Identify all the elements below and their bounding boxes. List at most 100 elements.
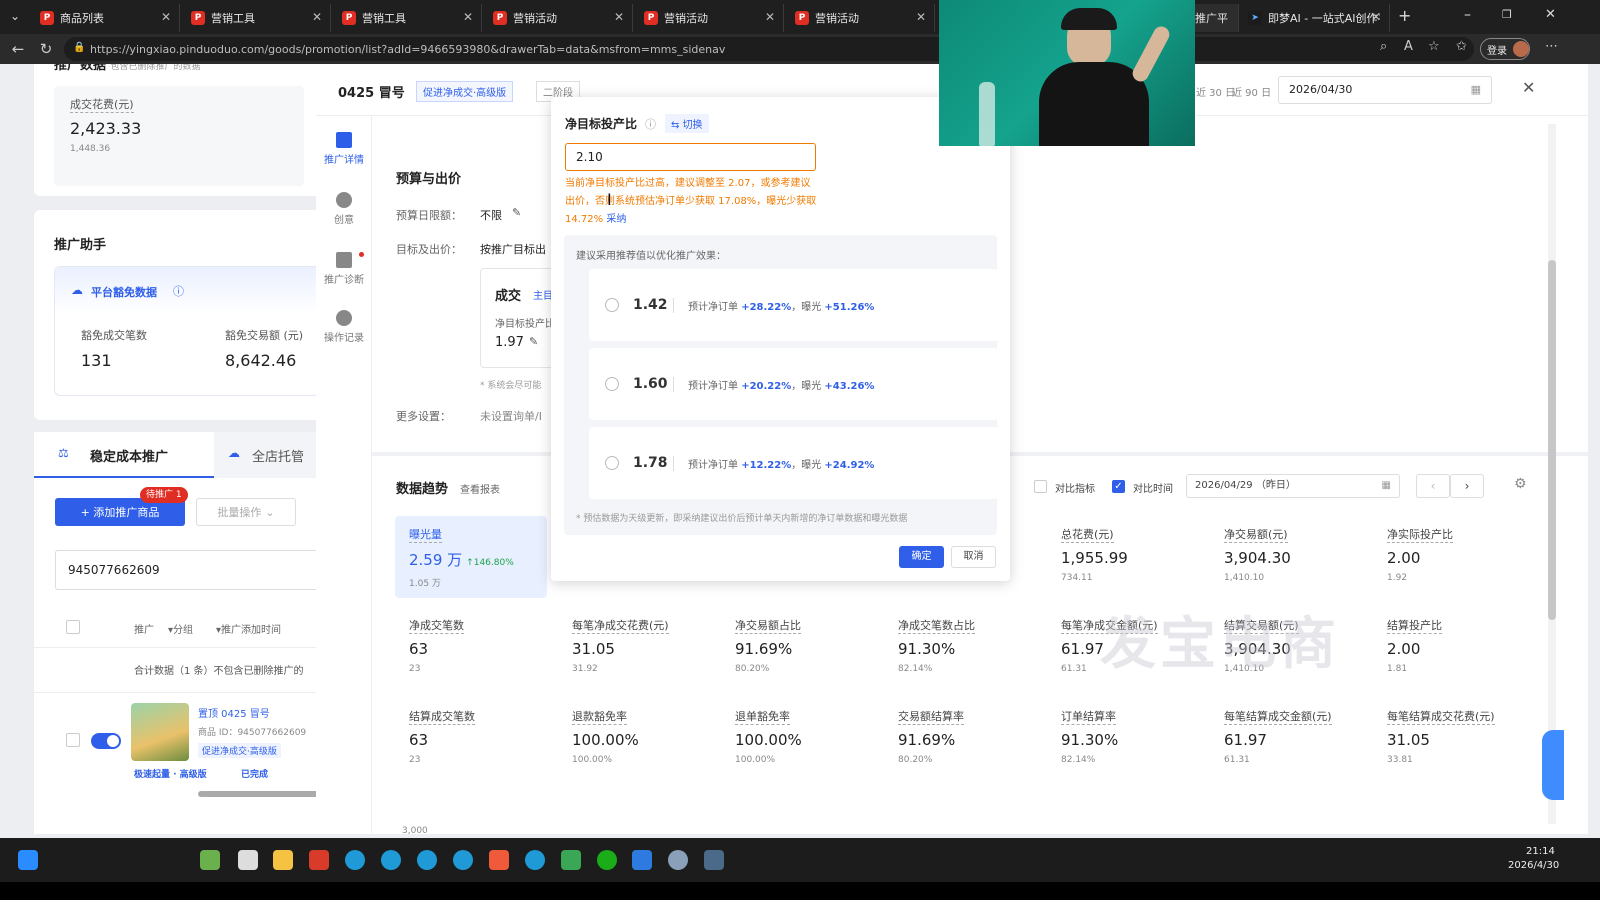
- browser-tab[interactable]: ➤ 即梦AI - 一站式AI创作平 ✕: [1240, 4, 1390, 32]
- range-90-button[interactable]: 近 90 日: [1232, 84, 1271, 99]
- wps-icon[interactable]: [309, 850, 329, 870]
- range-30-button[interactable]: 近 30 日: [1196, 84, 1235, 99]
- new-tab-icon[interactable]: +: [1398, 6, 1411, 25]
- metric-card[interactable]: 净交易额(元) 3,904.30 1,410.10: [1210, 516, 1362, 598]
- browser-tab[interactable]: P 营销活动 ✕: [636, 4, 784, 32]
- metric-card[interactable]: 总花费(元) 1,955.99 734.11: [1047, 516, 1199, 598]
- promo-toggle[interactable]: [91, 733, 121, 749]
- option-radio[interactable]: [605, 456, 619, 470]
- prev-button[interactable]: ‹: [1416, 474, 1450, 498]
- favorite-star-icon[interactable]: ☆: [1428, 39, 1440, 54]
- folder-icon[interactable]: [273, 850, 293, 870]
- metric-card[interactable]: 每笔结算成交金额(元) 61.97 61.31: [1210, 698, 1362, 780]
- metric-card[interactable]: 曝光量 2.59 万 ↑146.80% 1.05 万: [395, 516, 547, 598]
- metric-card[interactable]: 净成交笔数 63 23: [395, 607, 547, 689]
- edge-icon[interactable]: [417, 850, 437, 870]
- close-tab-icon[interactable]: ✕: [312, 10, 322, 24]
- close-tab-icon[interactable]: ✕: [916, 10, 926, 24]
- metric-card[interactable]: 退单豁免率 100.00% 100.00%: [721, 698, 873, 780]
- horizontal-scrollbar[interactable]: [198, 791, 324, 797]
- customer-service-button[interactable]: [1542, 730, 1564, 800]
- browser-tab[interactable]: P 营销工具 ✕: [183, 4, 331, 32]
- back-arrow-icon[interactable]: ←: [4, 40, 32, 58]
- wechat-icon[interactable]: [597, 850, 617, 870]
- adopt-link[interactable]: 采纳: [606, 214, 626, 225]
- tab-creative[interactable]: 创意: [316, 192, 372, 226]
- metric-card[interactable]: 净成交笔数占比 91.30% 82.14%: [884, 607, 1036, 689]
- close-tab-icon[interactable]: ✕: [765, 10, 775, 24]
- browser-tab[interactable]: P 营销活动 ✕: [787, 4, 935, 32]
- compare-date-picker[interactable]: 2026/04/29 （昨日） ▦: [1186, 474, 1400, 498]
- metric-card[interactable]: 订单结算率 91.30% 82.14%: [1047, 698, 1199, 780]
- page-scrollbar[interactable]: [1548, 124, 1556, 824]
- batch-button[interactable]: 批量操作 ⌄: [196, 498, 296, 526]
- close-tab-icon[interactable]: ✕: [1371, 10, 1381, 24]
- edit-budget-icon[interactable]: ✎: [512, 206, 521, 219]
- roi-input[interactable]: 2.10: [565, 143, 816, 171]
- favorites-bar-icon[interactable]: ✩: [1456, 39, 1467, 54]
- suggestion-option[interactable]: 1.60 预计净订单 +20.22%，曝光 +43.26%: [589, 348, 998, 420]
- help-icon[interactable]: ⓘ: [645, 116, 656, 132]
- tab-stable-cost[interactable]: ⚖ 稳定成本推广: [34, 432, 214, 478]
- reload-icon[interactable]: ↻: [32, 40, 60, 58]
- switch-button[interactable]: ⇆ 切换: [665, 114, 709, 133]
- tab-diagnosis[interactable]: 推广诊断: [316, 252, 372, 286]
- metric-card[interactable]: 每笔结算成交花费(元) 31.05 33.81: [1373, 698, 1525, 780]
- read-aloud-icon[interactable]: A: [1404, 39, 1413, 54]
- edge-icon[interactable]: [453, 850, 473, 870]
- metric-card[interactable]: 每笔净成交花费(元) 31.05 31.92: [558, 607, 710, 689]
- calculator-icon[interactable]: [704, 850, 724, 870]
- metric-card[interactable]: 结算交易额(元) 3,904.30 1,410.10: [1210, 607, 1362, 689]
- select-all-checkbox[interactable]: [66, 620, 80, 634]
- col-group[interactable]: ▾分组: [168, 621, 193, 636]
- option-radio[interactable]: [605, 377, 619, 391]
- view-report-link[interactable]: 查看报表: [460, 481, 500, 496]
- metric-card[interactable]: 退款豁免率 100.00% 100.00%: [558, 698, 710, 780]
- tab-promo-detail[interactable]: 推广详情: [316, 132, 372, 166]
- task-view-icon[interactable]: [238, 850, 258, 870]
- compare-time-checkbox[interactable]: ✓: [1112, 480, 1125, 493]
- metric-card[interactable]: 净实际投产比 2.00 1.92: [1373, 516, 1525, 598]
- app-icon[interactable]: [632, 850, 652, 870]
- browser-tab[interactable]: P 商品列表 ✕: [32, 4, 180, 32]
- metric-card[interactable]: 交易额结算率 91.69% 80.20%: [884, 698, 1036, 780]
- url-field[interactable]: 🔒 https://yingxiao.pinduoduo.com/goods/p…: [64, 37, 1474, 61]
- search-input[interactable]: 945077662609: [55, 550, 324, 590]
- cancel-button[interactable]: 取消: [951, 546, 996, 568]
- metric-card[interactable]: 净交易额占比 91.69% 80.20%: [721, 607, 873, 689]
- profile-button[interactable]: 登录: [1480, 38, 1530, 60]
- item-title[interactable]: 置顶 0425 冒号: [198, 705, 270, 720]
- option-radio[interactable]: [605, 298, 619, 312]
- edit-roi-icon[interactable]: ✎: [529, 335, 538, 348]
- metric-card[interactable]: 结算投产比 2.00 1.81: [1373, 607, 1525, 689]
- compare-metric-checkbox[interactable]: [1034, 480, 1047, 493]
- edge-icon[interactable]: [345, 850, 365, 870]
- settings-gear-icon[interactable]: ⚙: [1514, 476, 1527, 492]
- restore-window-icon[interactable]: ❐: [1502, 8, 1512, 21]
- app-icon[interactable]: [489, 850, 509, 870]
- close-tab-icon[interactable]: ✕: [463, 10, 473, 24]
- suggestion-option[interactable]: 1.78 预计净订单 +12.22%，曝光 +24.92%: [589, 427, 998, 499]
- close-tab-icon[interactable]: ✕: [614, 10, 624, 24]
- tab-full-store[interactable]: ☁ 全店托管: [214, 432, 324, 478]
- zoom-icon[interactable]: ⌕: [1380, 39, 1387, 54]
- tab-list-chevron-icon[interactable]: ⌄: [10, 9, 20, 23]
- minimize-window-icon[interactable]: –: [1464, 7, 1471, 23]
- edge-icon[interactable]: [525, 850, 545, 870]
- info-icon[interactable]: ⓘ: [173, 283, 184, 299]
- screen-icon[interactable]: [561, 850, 581, 870]
- app-icon[interactable]: [200, 850, 220, 870]
- metric-card[interactable]: 结算成交笔数 63 23: [395, 698, 547, 780]
- browser-tab-active[interactable]: 推广平: [1195, 4, 1239, 32]
- date-picker[interactable]: 2026/04/30 ▦: [1278, 76, 1492, 104]
- col-time[interactable]: ▾推广添加时间: [216, 621, 281, 636]
- row-checkbox[interactable]: [66, 733, 80, 747]
- browser-tab[interactable]: P 营销活动 ✕: [485, 4, 633, 32]
- start-icon[interactable]: [18, 850, 38, 870]
- tab-history[interactable]: 操作记录: [316, 310, 372, 344]
- next-button[interactable]: ›: [1450, 474, 1484, 498]
- more-menu-icon[interactable]: ⋯: [1545, 39, 1558, 54]
- edge-icon[interactable]: [381, 850, 401, 870]
- confirm-button[interactable]: 确定: [899, 546, 944, 568]
- close-window-icon[interactable]: ✕: [1545, 7, 1556, 22]
